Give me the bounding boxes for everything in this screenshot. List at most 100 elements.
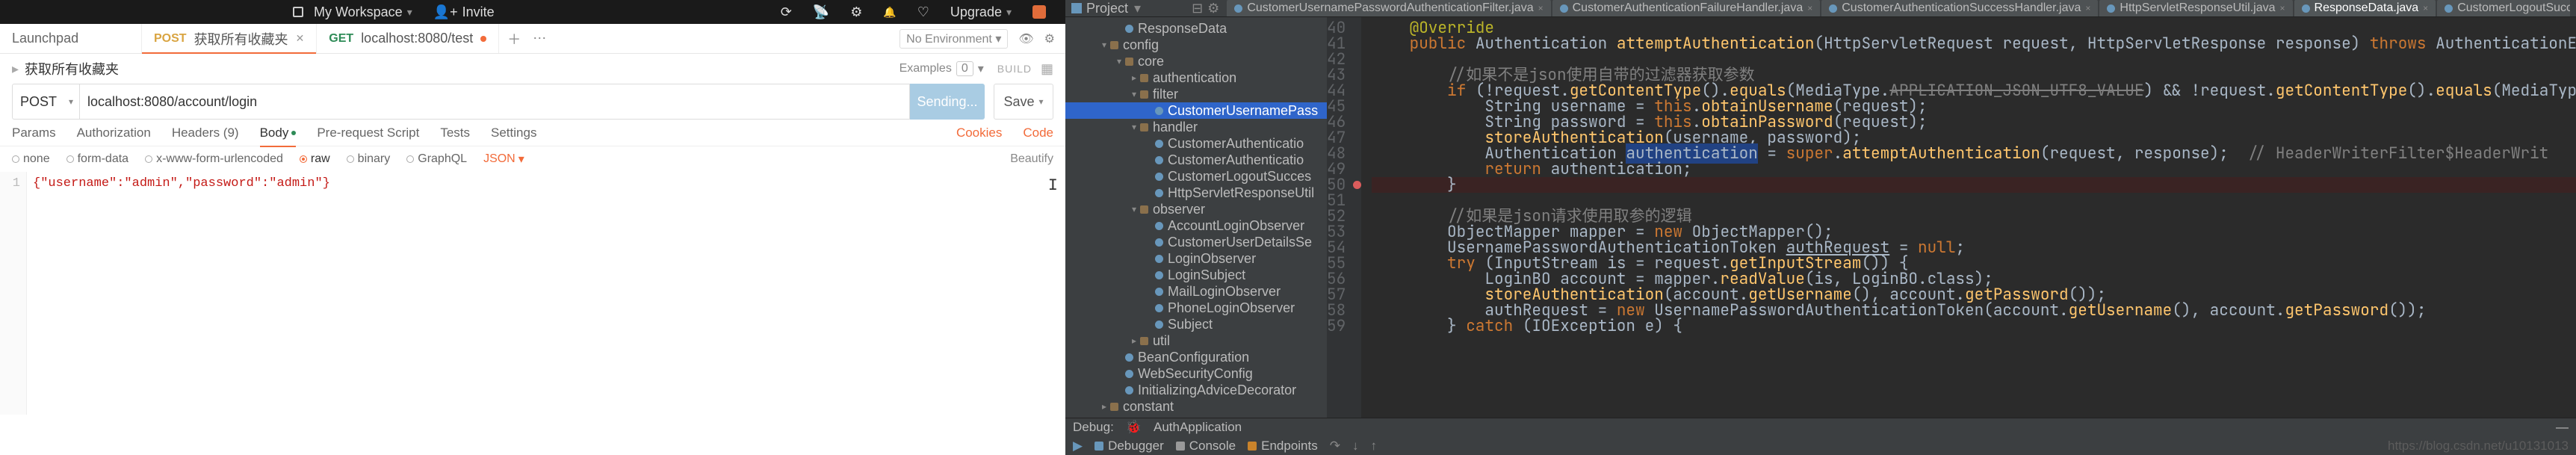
send-button[interactable]: Sending... (910, 84, 985, 120)
tree-class[interactable]: CustomerLogoutSucces (1065, 168, 1327, 185)
tree-class[interactable]: WebSecurityConfig (1065, 365, 1327, 382)
tree-package[interactable]: ▾handler (1065, 119, 1327, 135)
radio-graphql[interactable]: GraphQL (406, 152, 467, 166)
settings-icon[interactable]: ⚙ (850, 4, 862, 20)
save-button[interactable]: Save ▾ (994, 84, 1053, 120)
add-tab-button[interactable]: ＋ (499, 24, 529, 53)
editor-content[interactable]: {"username":"admin","password":"admin"} … (27, 172, 1065, 415)
editor-content[interactable]: @Override public Authentication attemptA… (1361, 17, 2576, 418)
close-icon[interactable]: × (1807, 3, 1812, 13)
launchpad-tab[interactable]: Launchpad (0, 24, 142, 53)
tab-headers[interactable]: Headers (9) (172, 126, 239, 140)
examples-dropdown[interactable]: Examples 0 ▾ (900, 61, 984, 76)
endpoints-tab[interactable]: Endpoints (1248, 439, 1318, 454)
resume-icon[interactable]: ▶ (1073, 439, 1083, 454)
method-selector[interactable]: POST ▾ (12, 84, 79, 120)
breakpoint-icon[interactable] (1353, 181, 1361, 189)
expand-icon[interactable]: ▸ (1130, 335, 1139, 346)
expand-icon[interactable]: ▾ (1130, 89, 1139, 99)
file-tab[interactable]: CustomerAuthenticationSuccessHandler.jav… (1821, 0, 2098, 16)
tree-class[interactable]: InitializingAdviceDecorator (1065, 382, 1327, 398)
step-over-icon[interactable]: ↷ (1330, 439, 1340, 454)
tab-tests[interactable]: Tests (440, 126, 470, 140)
environment-selector[interactable]: No Environment ▾ (900, 29, 1008, 49)
cookies-link[interactable]: Cookies (956, 126, 1002, 140)
tree-class[interactable]: Subject (1065, 316, 1327, 332)
breakpoint-column[interactable] (1353, 17, 1361, 418)
step-out-icon[interactable]: ↑ (1371, 439, 1378, 454)
workspace-switcher[interactable]: My Workspace ▾ (293, 4, 412, 20)
tree-package[interactable]: ▸constant (1065, 398, 1327, 415)
tree-class[interactable]: CustomerUserDetailsSe (1065, 234, 1327, 250)
sync-icon[interactable]: ⟳ (781, 4, 792, 20)
tree-class[interactable]: CustomerAuthenticatio (1065, 152, 1327, 168)
upgrade-button[interactable]: Upgrade ▾ (950, 4, 1012, 20)
tree-package[interactable]: ▾core (1065, 53, 1327, 69)
avatar[interactable] (1032, 5, 1046, 19)
code-link[interactable]: Code (1023, 126, 1053, 140)
close-icon[interactable]: × (2280, 3, 2285, 13)
tool-collapse-icon[interactable]: ⊟ (1192, 1, 1203, 16)
tab-request-1[interactable]: GET localhost:8080/test (317, 24, 499, 53)
tree-class[interactable]: MailLoginObserver (1065, 283, 1327, 300)
env-settings-icon[interactable]: ⚙ (1044, 31, 1055, 46)
file-tab[interactable]: ResponseData.java× (2294, 0, 2436, 16)
chevron-down-icon[interactable]: ▾ (1134, 1, 1141, 16)
tree-package[interactable]: ▸util (1065, 332, 1327, 349)
project-label[interactable]: Project (1086, 1, 1128, 16)
notifications-icon[interactable]: 🔔 (883, 6, 896, 19)
tool-settings-icon[interactable]: ⚙ (1207, 1, 1219, 16)
beautify-button[interactable]: Beautify (1010, 152, 1053, 166)
tree-class[interactable]: HttpServletResponseUtil (1065, 185, 1327, 201)
radio-urlencoded[interactable]: x-www-form-urlencoded (145, 152, 283, 166)
tree-package[interactable]: ▾filter (1065, 86, 1327, 102)
expand-icon[interactable]: ▾ (1130, 122, 1139, 132)
tab-request-0[interactable]: POST 获取所有收藏夹 ✕ (142, 24, 317, 53)
console-tab[interactable]: Console (1176, 439, 1236, 454)
radio-form-data[interactable]: form-data (66, 152, 129, 166)
debugger-tab[interactable]: Debugger (1095, 439, 1164, 454)
expand-icon[interactable]: ▾ (1100, 40, 1109, 50)
file-tab[interactable]: HttpServletResponseUtil.java× (2099, 0, 2292, 16)
expand-icon[interactable]: ▾ (1115, 56, 1124, 66)
minimize-icon[interactable]: — (2556, 420, 2569, 435)
expand-icon[interactable]: ▸ (1130, 72, 1139, 83)
tree-class[interactable]: AccountLoginObserver (1065, 217, 1327, 234)
project-tree[interactable]: ResponseData▾config▾core▸authentication▾… (1065, 17, 1327, 418)
close-icon[interactable]: × (2423, 3, 2428, 13)
heart-icon[interactable]: ♡ (917, 4, 929, 20)
back-icon[interactable]: ▸ (12, 61, 19, 77)
tab-authorization[interactable]: Authorization (77, 126, 151, 140)
raw-language-selector[interactable]: JSON ▾ (483, 152, 524, 167)
tab-params[interactable]: Params (12, 126, 56, 140)
close-icon[interactable]: × (1538, 3, 1544, 13)
radio-binary[interactable]: binary (347, 152, 391, 166)
request-title[interactable]: 获取所有收藏夹 (25, 59, 119, 78)
url-input[interactable]: localhost:8080/account/login (79, 84, 910, 120)
tab-prerequest[interactable]: Pre-request Script (317, 126, 419, 140)
code-editor[interactable]: 4041424344454647484950515253545556575859… (1327, 17, 2576, 418)
radio-none[interactable]: none (12, 152, 50, 166)
file-tab[interactable]: CustomerLogoutSucc (2437, 0, 2570, 16)
expand-icon[interactable]: ▸ (1100, 401, 1109, 412)
tree-class[interactable]: BeanConfiguration (1065, 349, 1327, 365)
tree-class[interactable]: CustomerAuthenticatio (1065, 135, 1327, 152)
env-quicklook-icon[interactable]: 👁 (1018, 31, 1033, 46)
project-tool-icon[interactable] (1071, 3, 1082, 13)
file-tab[interactable]: CustomerAuthenticationFailureHandler.jav… (1552, 0, 1821, 16)
invite-button[interactable]: 👤+ Invite (433, 4, 495, 20)
browse-icon[interactable]: ▦ (1041, 61, 1053, 77)
body-editor[interactable]: 1 {"username":"admin","password":"admin"… (0, 172, 1065, 415)
run-config-name[interactable]: AuthApplication (1154, 420, 1242, 435)
tab-body[interactable]: Body (260, 126, 297, 140)
tree-package[interactable]: ▾observer (1065, 201, 1327, 217)
file-tab[interactable]: CustomerUsernamePasswordAuthenticationFi… (1227, 0, 1550, 16)
tab-settings[interactable]: Settings (491, 126, 536, 140)
tree-class[interactable]: ResponseData (1065, 20, 1327, 37)
step-into-icon[interactable]: ↓ (1352, 439, 1359, 454)
capture-icon[interactable]: 📡 (813, 4, 829, 20)
close-icon[interactable]: ✕ (296, 32, 305, 45)
tree-package[interactable]: ▸authentication (1065, 69, 1327, 86)
tree-class[interactable]: LoginObserver (1065, 250, 1327, 267)
expand-icon[interactable]: ▾ (1130, 204, 1139, 214)
